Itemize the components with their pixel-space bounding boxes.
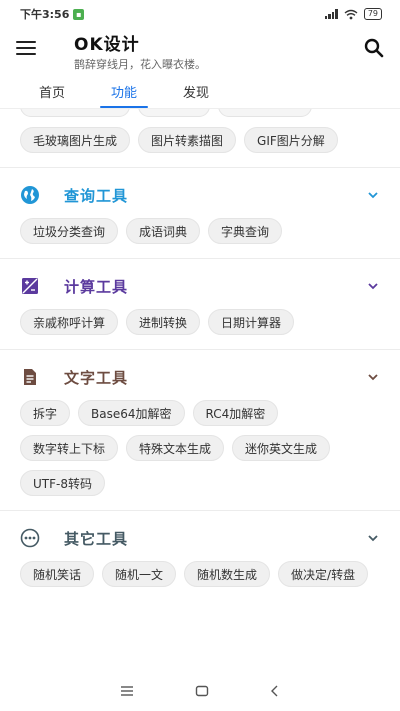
tool-chip[interactable]: 毛玻璃图片生成 xyxy=(20,127,131,153)
tab-functions[interactable]: 功能 xyxy=(88,72,160,108)
tool-chip[interactable]: GIF图片分解 xyxy=(244,127,338,153)
system-nav-bar xyxy=(0,671,400,711)
chevron-down-icon[interactable] xyxy=(366,279,380,293)
section-other-tools: 其它工具 随机笑话 随机一文 随机数生成 做决定/转盘 xyxy=(0,510,400,601)
tool-chip[interactable]: 拆字 xyxy=(20,400,71,426)
tool-chip[interactable]: 随机数生成 xyxy=(184,561,271,587)
status-time: 下午3:56 xyxy=(20,8,70,21)
app-title: OK设计 xyxy=(74,35,140,55)
section-header[interactable]: 文字工具 xyxy=(0,364,400,390)
signal-icon xyxy=(324,9,338,19)
app-subtitle: 鹊辞穿线月，花入曝衣楼。 xyxy=(74,58,206,71)
hamburger-icon xyxy=(16,41,36,43)
tool-chip[interactable]: UTF-8转码 xyxy=(20,470,105,496)
home-icon[interactable] xyxy=(195,685,209,697)
back-icon[interactable] xyxy=(270,685,280,697)
tools-list[interactable]: 毛玻璃图片生成 图片转素描图 GIF图片分解 查询工具 垃圾分类查询 成语词典 … xyxy=(0,108,400,668)
text-document-icon xyxy=(24,369,36,385)
tool-chip[interactable]: 随机笑话 xyxy=(20,561,95,587)
search-icon[interactable] xyxy=(362,36,386,60)
section-title: 其它工具 xyxy=(64,529,129,548)
section-chips: 垃圾分类查询 成语词典 字典查询 xyxy=(0,218,400,244)
status-bar: 下午3:56 ▪ 79 xyxy=(0,0,400,28)
wifi-icon xyxy=(344,9,358,19)
calculator-icon xyxy=(22,278,38,294)
menu-button[interactable] xyxy=(16,38,40,58)
section-title: 查询工具 xyxy=(64,186,129,205)
section-header[interactable]: 查询工具 xyxy=(0,182,400,208)
section-chips: 拆字 Base64加解密 RC4加解密 数字转上下标 特殊文本生成 迷你英文生成… xyxy=(0,400,400,496)
app-bar: OK设计 鹊辞穿线月，花入曝衣楼。 xyxy=(0,28,400,71)
section-title: 计算工具 xyxy=(64,277,129,296)
section-chips: 亲戚称呼计算 进制转换 日期计算器 xyxy=(0,309,400,335)
tool-chip[interactable]: 亲戚称呼计算 xyxy=(20,309,119,335)
chevron-down-icon[interactable] xyxy=(366,188,380,202)
tab-discover[interactable]: 发现 xyxy=(160,72,232,108)
tool-chip[interactable]: 数字转上下标 xyxy=(20,435,119,461)
tool-chip[interactable]: 特殊文本生成 xyxy=(126,435,225,461)
battery-indicator: 79 xyxy=(363,8,382,20)
section-chips: 随机笑话 随机一文 随机数生成 做决定/转盘 xyxy=(0,561,400,587)
tab-home[interactable]: 首页 xyxy=(16,72,88,108)
globe-icon xyxy=(21,186,39,204)
tab-bar: 首页 功能 发现 xyxy=(0,72,400,108)
tool-chip[interactable]: 字典查询 xyxy=(208,218,283,244)
tool-chip[interactable]: Base64加解密 xyxy=(78,400,185,426)
tool-chip[interactable]: 做决定/转盘 xyxy=(278,561,369,587)
section-header[interactable]: 其它工具 xyxy=(0,525,400,551)
recent-apps-icon[interactable] xyxy=(120,685,134,697)
section-text-tools: 文字工具 拆字 Base64加解密 RC4加解密 数字转上下标 特殊文本生成 迷… xyxy=(0,349,400,510)
more-dots-icon xyxy=(20,528,40,548)
tool-chip[interactable]: 垃圾分类查询 xyxy=(20,218,119,244)
tool-chip[interactable]: RC4加解密 xyxy=(192,400,279,426)
notification-icon: ▪ xyxy=(73,8,85,20)
tool-chip[interactable]: 进制转换 xyxy=(126,309,201,335)
section-calc-tools: 计算工具 亲戚称呼计算 进制转换 日期计算器 xyxy=(0,258,400,349)
section-query-tools: 查询工具 垃圾分类查询 成语词典 字典查询 xyxy=(0,167,400,258)
section-header[interactable]: 计算工具 xyxy=(0,273,400,299)
tool-chip[interactable]: 图片转素描图 xyxy=(138,127,237,153)
image-tools-chips: 毛玻璃图片生成 图片转素描图 GIF图片分解 xyxy=(0,127,400,167)
tool-chip[interactable]: 成语词典 xyxy=(126,218,201,244)
tool-chip[interactable]: 日期计算器 xyxy=(208,309,295,335)
chevron-down-icon[interactable] xyxy=(366,531,380,545)
tool-chip[interactable]: 迷你英文生成 xyxy=(232,435,331,461)
title-block: OK设计 鹊辞穿线月，花入曝衣楼。 xyxy=(74,30,206,72)
section-title: 文字工具 xyxy=(64,368,129,387)
chevron-down-icon[interactable] xyxy=(366,370,380,384)
scrolled-chip-row xyxy=(0,109,400,121)
tool-chip[interactable]: 随机一文 xyxy=(102,561,177,587)
